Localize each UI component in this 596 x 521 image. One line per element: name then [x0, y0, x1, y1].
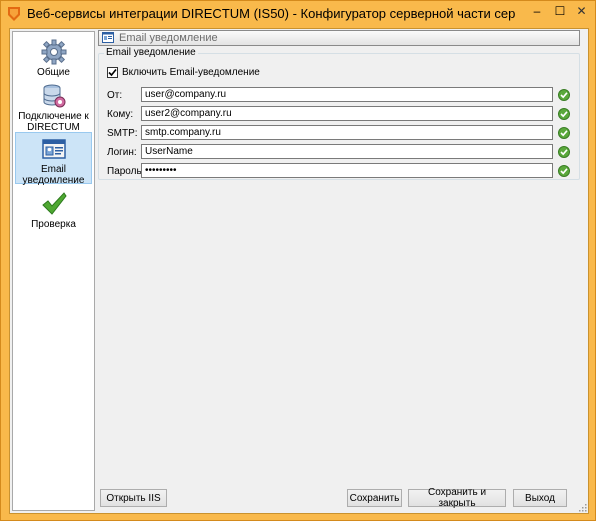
- valid-check-icon: [558, 89, 570, 101]
- app-logo-icon: [8, 7, 20, 21]
- sidebar-item-label: Подключение к DIRECTUM: [18, 111, 89, 133]
- to-label: Кому:: [107, 109, 134, 120]
- contact-card-icon: [41, 139, 66, 159]
- sidebar-item-connection[interactable]: Подключение к DIRECTUM: [15, 82, 92, 133]
- exit-button[interactable]: Выход: [513, 489, 567, 507]
- app-window: Веб-сервисы интеграции DIRECTUM (IS50) -…: [0, 0, 596, 521]
- resize-grip-icon[interactable]: [577, 502, 587, 512]
- smtp-label: SMTP:: [107, 128, 138, 139]
- title-bar[interactable]: Веб-сервисы интеграции DIRECTUM (IS50) -…: [1, 1, 595, 27]
- valid-check-icon: [558, 165, 570, 177]
- password-label: Пароль:: [107, 166, 145, 177]
- valid-check-icon: [558, 146, 570, 158]
- valid-check-icon: [558, 108, 570, 120]
- checkbox-label: Включить Email-уведомление: [122, 67, 260, 78]
- save-and-close-button[interactable]: Сохранить и закрыть: [408, 487, 506, 509]
- login-field[interactable]: [141, 144, 553, 159]
- save-button[interactable]: Сохранить: [347, 489, 402, 507]
- panel-title: Email уведомление: [119, 32, 218, 44]
- enable-email-checkbox[interactable]: Включить Email-уведомление: [107, 67, 260, 78]
- to-field[interactable]: [141, 106, 553, 121]
- group-title: Email уведомление: [104, 47, 198, 58]
- close-button[interactable]: ✕: [570, 2, 593, 20]
- checkmark-icon: [41, 192, 67, 215]
- from-label: От:: [107, 90, 123, 101]
- open-iis-button[interactable]: Открыть IIS: [100, 489, 167, 507]
- smtp-field[interactable]: [141, 125, 553, 140]
- checkbox-box[interactable]: [107, 67, 118, 78]
- password-field[interactable]: [141, 163, 553, 178]
- database-gear-icon: [43, 84, 65, 108]
- sidebar-item-email[interactable]: Email уведомление: [15, 132, 92, 186]
- sidebar-item-label: Email уведомление: [22, 164, 85, 186]
- check-mark-icon: [108, 68, 117, 77]
- sidebar-item-general[interactable]: Общие: [15, 37, 92, 78]
- sidebar: Общие Подключение к DIRECTUM Email уведо…: [12, 31, 95, 511]
- email-groupbox: Email уведомление Включить Email-уведомл…: [98, 47, 580, 180]
- from-field[interactable]: [141, 87, 553, 102]
- panel-header: Email уведомление: [98, 30, 580, 46]
- sidebar-item-label: Проверка: [31, 219, 76, 230]
- sidebar-item-check[interactable]: Проверка: [15, 189, 92, 230]
- sidebar-item-label: Общие: [37, 67, 70, 78]
- gear-icon: [41, 39, 66, 65]
- window-title: Веб-сервисы интеграции DIRECTUM (IS50) -…: [27, 6, 515, 21]
- login-label: Логин:: [107, 147, 137, 158]
- contact-card-icon: [102, 32, 114, 43]
- minimize-button[interactable]: ‒: [525, 2, 549, 20]
- maximize-button[interactable]: ☐: [549, 2, 571, 20]
- client-area: Общие Подключение к DIRECTUM Email уведо…: [9, 28, 589, 514]
- valid-check-icon: [558, 127, 570, 139]
